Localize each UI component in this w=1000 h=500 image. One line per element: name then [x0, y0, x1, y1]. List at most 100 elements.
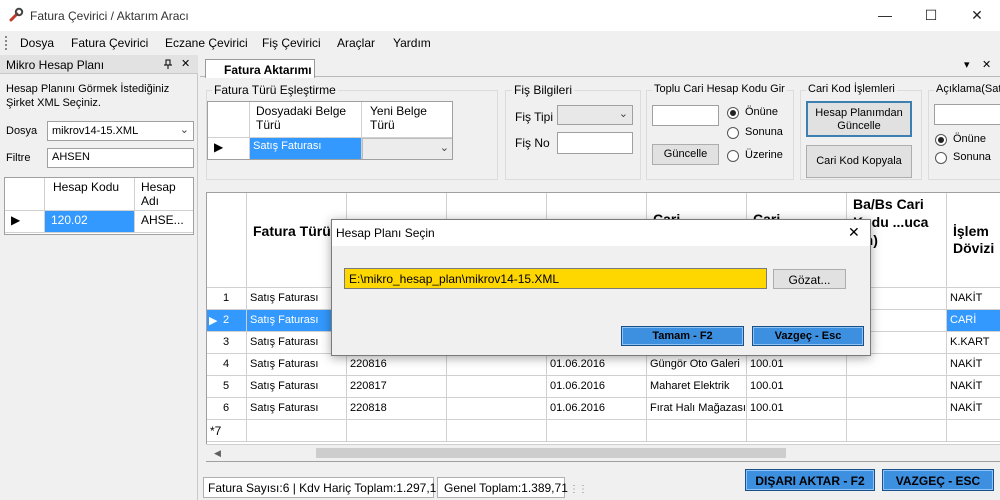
cell-doviz[interactable]: CARİ: [947, 310, 1000, 332]
dosya-label: Dosya: [6, 125, 38, 137]
menu-araclar[interactable]: Araçlar: [337, 36, 375, 50]
row-number[interactable]: 5: [207, 376, 247, 398]
genel-toplam-status: Genel Toplam:1.389,71: [437, 477, 568, 498]
gozat-button[interactable]: Gözat...: [773, 269, 846, 289]
cell-doviz[interactable]: NAKİT: [947, 398, 1000, 420]
close-window-button[interactable]: ✕: [954, 0, 1000, 31]
cell-kod[interactable]: 100.01: [747, 376, 847, 398]
horizontal-scrollbar[interactable]: ◀: [206, 444, 1000, 461]
menu-fatura-cevirici[interactable]: Fatura Çevirici: [71, 36, 148, 50]
menu-bar: Dosya Fatura Çevirici Eczane Çevirici Fi…: [0, 31, 1000, 54]
dialog-close-icon[interactable]: ✕: [848, 224, 860, 241]
new-row-cell[interactable]: [347, 420, 447, 442]
tab-close-icon[interactable]: ✕: [982, 58, 991, 71]
cell-no[interactable]: 220817: [347, 376, 447, 398]
pin-icon[interactable]: [163, 59, 173, 70]
menu-dosya[interactable]: Dosya: [20, 36, 54, 50]
col-hesap-kodu[interactable]: Hesap Kodu: [45, 178, 135, 211]
row-pointer-icon[interactable]: ▶: [5, 211, 45, 233]
cell-kod[interactable]: 100.01: [747, 398, 847, 420]
filtre-input[interactable]: AHSEN: [47, 148, 194, 168]
cell-tarih[interactable]: 01.06.2016: [547, 354, 647, 376]
hesap-plani-panel: Mikro Hesap Planı ✕ Hesap Planını Görmek…: [0, 55, 198, 500]
new-row-cell[interactable]: [847, 420, 947, 442]
tab-fatura-aktarimi[interactable]: Fatura Aktarımı: [205, 59, 315, 78]
new-row-cell[interactable]: [947, 420, 1000, 442]
cell-hesap-adi[interactable]: AHSE...: [135, 211, 193, 233]
new-row-marker[interactable]: *7: [207, 420, 247, 442]
cell-cari[interactable]: Güngör Oto Galeri: [647, 354, 747, 376]
menu-eczane-cevirici[interactable]: Eczane Çevirici: [165, 36, 248, 50]
new-row-cell[interactable]: [647, 420, 747, 442]
cell-c3[interactable]: [447, 398, 547, 420]
row-number[interactable]: 3: [207, 332, 247, 354]
vazgec-dialog-button[interactable]: Vazgeç - Esc: [752, 326, 864, 346]
new-row-cell[interactable]: [547, 420, 647, 442]
col-yeni-belge-turu[interactable]: Yeni Belge Türü: [362, 102, 452, 138]
cell-no[interactable]: 220816: [347, 354, 447, 376]
fis-no-input[interactable]: [557, 132, 633, 154]
cell-hesap-kodu[interactable]: 120.02: [45, 211, 135, 233]
cell-doviz[interactable]: K.KART: [947, 332, 1000, 354]
row-number-label: 6: [223, 402, 230, 414]
cell-no[interactable]: 220818: [347, 398, 447, 420]
col-hesap-adi[interactable]: Hesap Adı: [135, 178, 193, 211]
cell-tur[interactable]: Satış Faturası: [247, 398, 347, 420]
window-title: Fatura Çevirici / Aktarım Aracı: [30, 9, 189, 23]
disari-aktar-button[interactable]: DIŞARI AKTAR - F2: [745, 469, 875, 491]
tab-dropdown-icon[interactable]: ▾: [964, 58, 970, 71]
tamam-button[interactable]: Tamam - F2: [621, 326, 744, 346]
cell-dosyadaki-belge[interactable]: Satış Faturası: [250, 138, 362, 159]
new-row-cell[interactable]: [447, 420, 547, 442]
aciklama-radio-sonuna[interactable]: [935, 152, 947, 164]
maximize-button[interactable]: ☐: [908, 0, 954, 31]
aciklama-radio-onune[interactable]: [935, 134, 947, 146]
cell-cari[interactable]: Maharet Elektrik: [647, 376, 747, 398]
fatura-row-pointer-icon[interactable]: ▶: [208, 138, 250, 159]
cell-doviz[interactable]: NAKİT: [947, 376, 1000, 398]
hesap-planimdan-guncelle-button[interactable]: Hesap Planımdan Güncelle: [806, 101, 912, 137]
panel-close-icon[interactable]: ✕: [181, 57, 190, 70]
radio-sonuna[interactable]: [727, 127, 739, 139]
cell-tur[interactable]: Satış Faturası: [247, 376, 347, 398]
cell-doviz[interactable]: NAKİT: [947, 288, 1000, 310]
row-number[interactable]: 6: [207, 398, 247, 420]
radio-onune[interactable]: [727, 107, 739, 119]
cell-tur[interactable]: Satış Faturası: [247, 354, 347, 376]
vazgec-main-button[interactable]: VAZGEÇ - ESC: [882, 469, 994, 491]
cell-kod[interactable]: 100.01: [747, 354, 847, 376]
radio-uzerine[interactable]: [727, 150, 739, 162]
cari-kod-kopyala-button[interactable]: Cari Kod Kopyala: [806, 145, 912, 178]
aciklama-input[interactable]: [934, 104, 1000, 125]
cell-babs[interactable]: [847, 354, 947, 376]
new-row-cell[interactable]: [747, 420, 847, 442]
col-dosyadaki-belge-turu[interactable]: Dosyadaki Belge Türü: [250, 102, 362, 138]
row-number[interactable]: ▶ 2: [207, 310, 247, 332]
cell-tarih[interactable]: 01.06.2016: [547, 398, 647, 420]
row-number-label: 3: [223, 336, 230, 348]
cell-tarih[interactable]: 01.06.2016: [547, 376, 647, 398]
cell-c3[interactable]: [447, 376, 547, 398]
cell-c3[interactable]: [447, 354, 547, 376]
menu-fis-cevirici[interactable]: Fiş Çevirici: [262, 36, 321, 50]
cell-doviz[interactable]: NAKİT: [947, 354, 1000, 376]
menu-yardim[interactable]: Yardım: [393, 36, 431, 50]
row-number[interactable]: 4: [207, 354, 247, 376]
path-input[interactable]: E:\mikro_hesap_plan\mikrov14-15.XML: [344, 268, 767, 289]
cell-cari[interactable]: Fırat Halı Mağazası: [647, 398, 747, 420]
col-islem-dovizi[interactable]: İşlem Dövizi: [947, 193, 1000, 288]
guncelle-button[interactable]: Güncelle: [652, 144, 719, 165]
minimize-button[interactable]: —: [862, 0, 908, 31]
fis-tipi-select[interactable]: ⌄: [557, 105, 633, 125]
scroll-left-icon[interactable]: ◀: [214, 448, 221, 459]
title-bar: Fatura Çevirici / Aktarım Aracı — ☐ ✕: [0, 0, 1000, 31]
cell-babs[interactable]: [847, 376, 947, 398]
new-row-cell[interactable]: [247, 420, 347, 442]
row-number-label: 2: [223, 314, 230, 326]
cell-babs[interactable]: [847, 398, 947, 420]
yeni-belge-select[interactable]: ⌄: [362, 138, 452, 159]
toplu-cari-input[interactable]: [652, 105, 719, 126]
row-number[interactable]: 1: [207, 288, 247, 310]
scrollbar-thumb[interactable]: [316, 448, 786, 458]
dosya-select[interactable]: mikrov14-15.XML ⌄: [47, 121, 194, 141]
